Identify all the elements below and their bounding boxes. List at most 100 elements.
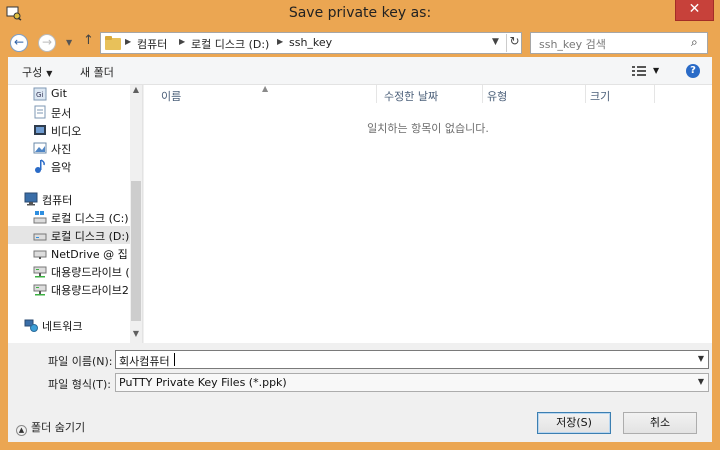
breadcrumb-separator-icon[interactable]: ▶ <box>277 37 283 46</box>
sidebar-item-large-drive[interactable]: 대용량드라이브 ( <box>8 262 130 280</box>
organize-button[interactable]: 구성 ▼ <box>22 64 52 80</box>
folder-icon <box>105 36 121 50</box>
computer-icon <box>24 192 38 206</box>
sidebar-item-label: 로컬 디스크 (D:) <box>51 230 130 243</box>
back-button[interactable]: ← <box>10 34 28 52</box>
sidebar-item-label: 음악 <box>51 161 72 174</box>
column-header-type[interactable]: 유형 <box>487 88 507 104</box>
network-icon <box>24 319 38 332</box>
empty-message: 일치하는 항목이 없습니다. <box>367 122 489 135</box>
sidebar-item-network[interactable]: 네트워크 <box>8 316 130 334</box>
dialog-footer: ▲ 폴더 숨기기 저장(S) 취소 <box>8 392 712 442</box>
filetype-value: PuTTY Private Key Files (*.ppk) <box>119 376 287 389</box>
view-options-icon[interactable] <box>632 66 646 76</box>
filename-input[interactable]: 회사컴퓨터 ▼ <box>115 350 709 369</box>
sort-ascending-icon: ▲ <box>262 84 269 93</box>
network-drive-icon <box>33 284 47 296</box>
breadcrumb-computer[interactable]: 컴퓨터 <box>137 36 167 52</box>
sidebar-item-large-drive-2[interactable]: 대용량드라이브2 <box>8 280 130 298</box>
drive-d-icon <box>33 233 47 241</box>
address-bar[interactable]: ▶ 컴퓨터 ▶ 로컬 디스크 (D:) ▶ ssh_key ▼ ↻ <box>100 32 522 54</box>
close-button[interactable]: ✕ <box>675 0 714 21</box>
breadcrumb-drive-d[interactable]: 로컬 디스크 (D:) <box>191 36 269 52</box>
recent-locations-dropdown[interactable]: ▼ <box>66 38 72 47</box>
up-button[interactable]: ↑ <box>83 33 94 48</box>
column-divider[interactable] <box>585 85 586 103</box>
sidebar-item-drive-c[interactable]: 로컬 디스크 (C:) <box>8 208 130 226</box>
filetype-select[interactable]: PuTTY Private Key Files (*.ppk) ▼ <box>115 373 709 392</box>
file-list: ▲ 이름 수정한 날짜 유형 크기 일치하는 항목이 없습니다. <box>144 84 712 343</box>
column-divider[interactable] <box>654 85 655 103</box>
save-dialog-window: Save private key as: ✕ ← → ▼ ↑ ▶ 컴퓨터 ▶ 로… <box>0 0 720 450</box>
save-button[interactable]: 저장(S) <box>537 412 611 434</box>
hide-folders-button[interactable]: ▲ 폴더 숨기기 <box>16 419 85 436</box>
address-dropdown-icon[interactable]: ▼ <box>492 37 499 47</box>
help-icon[interactable]: ? <box>686 64 700 78</box>
search-placeholder: ssh_key 검색 <box>539 38 606 51</box>
arrow-up-icon: ↑ <box>83 33 94 48</box>
svg-text:Gi: Gi <box>36 91 43 99</box>
arrow-right-icon: → <box>41 35 53 49</box>
filename-label: 파일 이름(N): <box>48 355 113 368</box>
drive-c-icon <box>33 211 47 224</box>
command-toolbar: 구성 ▼ 새 폴더 ▼ ? <box>8 57 712 85</box>
sidebar-item-computer[interactable]: 컴퓨터 <box>8 190 130 208</box>
chevron-down-icon: ▼ <box>46 69 53 78</box>
sidebar-item-music[interactable]: 음악 <box>8 157 130 175</box>
network-drive-icon <box>33 266 47 278</box>
sidebar-item-label: NetDrive @ 집 (H <box>51 248 130 261</box>
view-dropdown-icon[interactable]: ▼ <box>653 66 659 75</box>
sidebar-item-label: 문서 <box>51 107 72 120</box>
window-title: Save private key as: <box>288 5 432 21</box>
cancel-button[interactable]: 취소 <box>623 412 697 434</box>
hide-folders-label: 폴더 숨기기 <box>31 421 86 434</box>
search-icon[interactable]: ⌕ <box>691 35 698 50</box>
sidebar-item-label: 네트워크 <box>42 320 83 333</box>
navigation-bar: ← → ▼ ↑ ▶ 컴퓨터 ▶ 로컬 디스크 (D:) ▶ ssh_key ▼ … <box>8 30 712 56</box>
sidebar-item-videos[interactable]: 비디오 <box>8 121 130 139</box>
sidebar-item-label: Git <box>51 87 67 100</box>
column-divider[interactable] <box>482 85 483 103</box>
library-git-icon: Gi <box>33 87 47 101</box>
chevron-down-icon[interactable]: ▼ <box>698 377 704 386</box>
music-icon <box>35 159 45 173</box>
text-cursor <box>174 353 175 366</box>
navigation-pane: Gi Git 문서 비디오 사진 음악 컴퓨터 로컬 디스크 (C:) 로컬 디… <box>8 85 143 343</box>
refresh-icon[interactable]: ↻ <box>506 34 522 52</box>
organize-label: 구성 <box>22 66 43 79</box>
sidebar-item-documents[interactable]: 문서 <box>8 103 130 121</box>
navigation-scrollbar[interactable]: ▲ ▼ <box>130 85 142 343</box>
forward-button[interactable]: → <box>38 34 56 52</box>
column-divider[interactable] <box>376 85 377 103</box>
scroll-up-icon[interactable]: ▲ <box>130 85 142 99</box>
pictures-icon <box>33 142 47 154</box>
save-form: 파일 이름(N): 회사컴퓨터 ▼ 파일 형식(T): PuTTY Privat… <box>8 344 712 392</box>
search-input[interactable]: ssh_key 검색 ⌕ <box>530 32 708 54</box>
scroll-down-icon[interactable]: ▼ <box>130 329 142 343</box>
sidebar-item-label: 사진 <box>51 143 72 156</box>
column-header-size[interactable]: 크기 <box>590 88 610 104</box>
breadcrumb-separator-icon[interactable]: ▶ <box>179 37 185 46</box>
sidebar-item-label: 로컬 디스크 (C:) <box>51 212 129 225</box>
breadcrumb-ssh-key[interactable]: ssh_key <box>289 36 332 49</box>
network-drive-icon <box>33 250 47 259</box>
scrollbar-thumb[interactable] <box>131 181 141 321</box>
breadcrumb-separator-icon[interactable]: ▶ <box>125 37 131 46</box>
chevron-down-icon[interactable]: ▼ <box>698 354 704 363</box>
sidebar-item-label: 비디오 <box>51 125 82 138</box>
filetype-label: 파일 형식(T): <box>48 378 111 391</box>
sidebar-item-git[interactable]: Gi Git <box>8 85 130 103</box>
column-header-name[interactable]: 이름 <box>161 88 181 104</box>
new-folder-button[interactable]: 새 폴더 <box>80 64 114 80</box>
column-header-modified[interactable]: 수정한 날짜 <box>384 88 438 104</box>
sidebar-item-pictures[interactable]: 사진 <box>8 139 130 157</box>
video-icon <box>34 125 46 135</box>
chevron-down-icon: ▼ <box>66 38 73 47</box>
arrow-left-icon: ← <box>13 35 25 49</box>
documents-icon <box>34 105 46 119</box>
sidebar-item-netdrive-home[interactable]: NetDrive @ 집 (H <box>8 244 130 262</box>
sidebar-item-label: 대용량드라이브2 <box>51 284 129 297</box>
title-bar[interactable]: Save private key as: ✕ <box>0 0 720 29</box>
sidebar-item-drive-d[interactable]: 로컬 디스크 (D:) <box>8 226 130 244</box>
sidebar-item-label: 컴퓨터 <box>42 194 73 207</box>
